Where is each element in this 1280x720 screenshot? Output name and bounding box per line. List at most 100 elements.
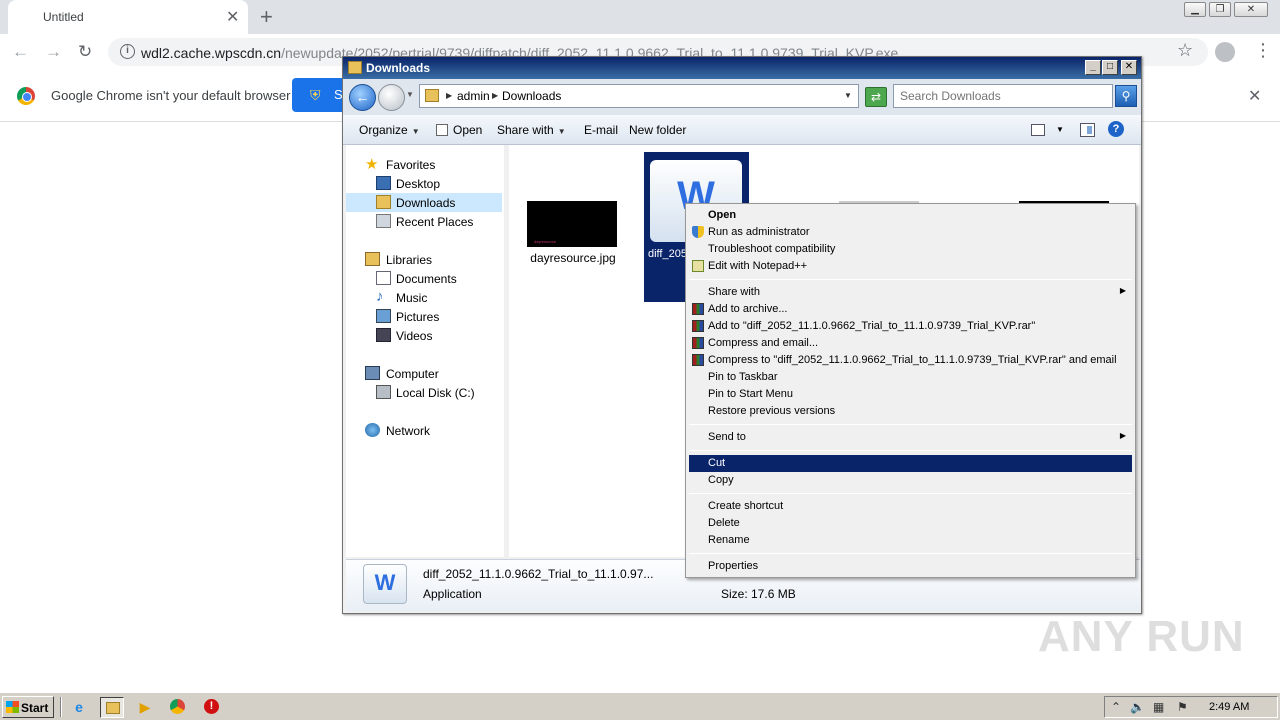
taskbar-explorer[interactable] xyxy=(100,697,124,718)
chevron-right-icon[interactable]: ▶ xyxy=(446,91,452,100)
menu-item-run-as-admin[interactable]: Run as administrator xyxy=(689,224,1132,241)
menu-item-send-to[interactable]: Send to ▶ xyxy=(689,429,1132,446)
explorer-close-button[interactable]: ✕ xyxy=(1121,60,1137,75)
site-info-icon[interactable]: i xyxy=(120,44,135,59)
media-player-icon: ▶ xyxy=(139,699,151,715)
breadcrumb[interactable]: ▶ admin ▶ Downloads ▼ xyxy=(419,84,859,108)
refresh-icon[interactable]: ⇄ xyxy=(865,87,887,107)
back-arrow-icon[interactable]: ← xyxy=(12,42,29,62)
menu-item-pin-taskbar[interactable]: Pin to Taskbar xyxy=(689,369,1132,386)
new-tab-icon[interactable]: + xyxy=(260,4,273,30)
menu-item-cut[interactable]: Cut xyxy=(689,455,1132,472)
menu-item-pin-start[interactable]: Pin to Start Menu xyxy=(689,386,1132,403)
menu-separator xyxy=(689,424,1132,425)
sidebar-item-libraries[interactable]: Libraries xyxy=(346,250,502,269)
share-with-button[interactable]: Share with ▼ xyxy=(497,123,566,137)
menu-item-troubleshoot[interactable]: Troubleshoot compatibility xyxy=(689,241,1132,258)
anyrun-watermark: ANY RUN xyxy=(1038,612,1245,661)
volume-icon[interactable]: 🔈 xyxy=(1130,700,1145,714)
sidebar-item-favorites[interactable]: ★ Favorites xyxy=(346,155,502,174)
open-button[interactable]: Open xyxy=(436,123,482,137)
taskbar-media-player[interactable]: ▶ xyxy=(133,697,157,718)
menu-item-add-archive[interactable]: Add to archive... xyxy=(689,301,1132,318)
menu-kebab-icon[interactable]: ⋮ xyxy=(1254,40,1272,61)
taskbar: Start e ▶ ! ⌃ 🔈 ▦ ⚑ 2:49 AM xyxy=(0,692,1280,720)
recent-places-icon xyxy=(376,214,391,228)
menu-item-add-to-rar[interactable]: Add to "diff_2052_11.1.0.9662_Trial_to_1… xyxy=(689,318,1132,335)
sidebar-item-pictures[interactable]: Pictures xyxy=(346,307,502,326)
menu-item-edit-notepad[interactable]: Edit with Notepad++ xyxy=(689,258,1132,275)
chevron-right-icon[interactable]: ▶ xyxy=(492,91,498,100)
menu-item-compress-email[interactable]: Compress and email... xyxy=(689,335,1132,352)
show-hidden-icons-icon[interactable]: ⌃ xyxy=(1111,700,1121,714)
start-button[interactable]: Start xyxy=(2,696,54,718)
sidebar-item-desktop[interactable]: Desktop xyxy=(346,174,502,193)
wps-app-icon: W xyxy=(363,564,407,604)
sidebar-item-computer[interactable]: Computer xyxy=(346,364,502,383)
back-arrow-icon[interactable]: ← xyxy=(349,84,376,111)
action-center-flag-icon[interactable]: ⚑ xyxy=(1177,700,1188,714)
menu-item-compress-rar-email[interactable]: Compress to "diff_2052_11.1.0.9662_Trial… xyxy=(689,352,1132,369)
file-thumbnail-dayresource[interactable]: dayresource xyxy=(527,201,617,247)
restore-button[interactable]: ❐ xyxy=(1209,2,1231,17)
menu-item-rename[interactable]: Rename xyxy=(689,532,1132,549)
file-label-dayresource[interactable]: dayresource.jpg xyxy=(517,251,629,265)
sidebar-item-music[interactable]: ♪ Music xyxy=(346,288,502,307)
menu-item-delete[interactable]: Delete xyxy=(689,515,1132,532)
search-icon[interactable]: ⚲ xyxy=(1115,85,1137,107)
details-file-type: Application xyxy=(423,587,482,601)
change-view-icon[interactable] xyxy=(1031,124,1045,136)
folder-icon xyxy=(106,702,120,714)
videos-icon xyxy=(376,328,391,342)
profile-avatar-icon[interactable] xyxy=(1215,42,1235,62)
explorer-minimize-button[interactable]: _ xyxy=(1085,60,1101,75)
help-icon[interactable]: ? xyxy=(1108,121,1124,137)
network-icon[interactable]: ▦ xyxy=(1153,700,1164,714)
sidebar-item-downloads[interactable]: Downloads xyxy=(346,193,502,212)
organize-button[interactable]: Organize ▼ xyxy=(359,123,420,137)
taskbar-security-app[interactable]: ! xyxy=(200,697,224,718)
search-input[interactable] xyxy=(894,85,1089,107)
chevron-down-icon[interactable]: ▼ xyxy=(844,91,852,100)
taskbar-internet-explorer[interactable]: e xyxy=(67,697,91,718)
menu-item-create-shortcut[interactable]: Create shortcut xyxy=(689,498,1132,515)
forward-arrow-icon[interactable]: → xyxy=(378,84,405,111)
tab-close-icon[interactable]: ✕ xyxy=(226,7,239,27)
close-window-button[interactable]: ✕ xyxy=(1234,2,1268,17)
breadcrumb-item-admin[interactable]: admin xyxy=(457,89,490,103)
internet-explorer-icon: e xyxy=(75,699,83,715)
winrar-icon xyxy=(692,337,704,349)
menu-item-restore-versions[interactable]: Restore previous versions xyxy=(689,403,1132,420)
sidebar-item-network[interactable]: Network xyxy=(346,421,502,440)
explorer-maximize-button[interactable]: □ xyxy=(1102,60,1118,75)
explorer-titlebar[interactable]: Downloads _ □ ✕ xyxy=(343,57,1141,79)
sidebar-item-local-disk[interactable]: Local Disk (C:) xyxy=(346,383,502,402)
menu-item-copy[interactable]: Copy xyxy=(689,472,1132,489)
bookmark-star-icon[interactable]: ☆ xyxy=(1177,40,1193,61)
forward-arrow-icon[interactable]: → xyxy=(45,42,62,62)
infobar-close-icon[interactable]: ✕ xyxy=(1248,86,1261,106)
documents-icon xyxy=(376,271,391,285)
preview-pane-icon[interactable] xyxy=(1080,123,1095,137)
menu-item-share-with[interactable]: Share with ▶ xyxy=(689,284,1132,301)
clock[interactable]: 2:49 AM xyxy=(1209,701,1249,713)
sidebar-item-label: Recent Places xyxy=(396,215,474,229)
menu-item-properties[interactable]: Properties xyxy=(689,558,1132,575)
winrar-icon xyxy=(692,320,704,332)
disk-drive-icon xyxy=(376,385,391,399)
sidebar-item-label: Pictures xyxy=(396,310,440,324)
taskbar-divider xyxy=(60,697,62,717)
minimize-button[interactable]: ▁ xyxy=(1184,2,1206,17)
recent-pages-dropdown-icon[interactable]: ▼ xyxy=(406,90,414,99)
breadcrumb-item-downloads[interactable]: Downloads xyxy=(502,89,561,103)
sidebar-item-recent-places[interactable]: Recent Places xyxy=(346,212,502,231)
taskbar-chrome[interactable] xyxy=(166,697,190,718)
sidebar-item-videos[interactable]: Videos xyxy=(346,326,502,345)
browser-tab[interactable]: Untitled ✕ xyxy=(8,0,248,34)
chevron-down-icon[interactable]: ▼ xyxy=(1056,125,1064,134)
new-folder-button[interactable]: New folder xyxy=(629,123,686,137)
email-button[interactable]: E-mail xyxy=(584,123,618,137)
reload-icon[interactable]: ↻ xyxy=(78,42,92,62)
sidebar-item-documents[interactable]: Documents xyxy=(346,269,502,288)
menu-item-open[interactable]: Open xyxy=(689,207,1132,224)
